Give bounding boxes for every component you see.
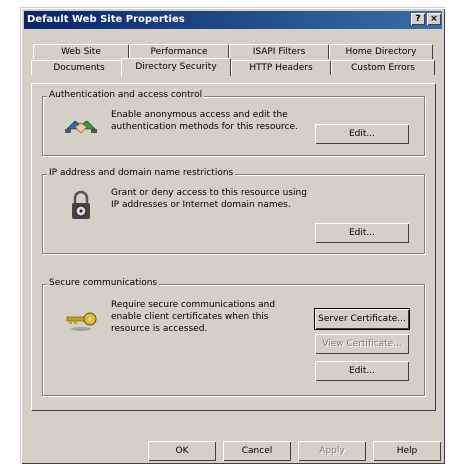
auth-group: Authentication and access control Enable… [42,90,425,156]
close-button[interactable]: × [427,13,441,25]
auth-edit-button[interactable]: Edit... [315,124,409,144]
secure-line1: Require secure communications and [111,300,276,310]
secure-line2: enable client certificates when this [111,312,269,322]
tab-web-site[interactable]: Web Site [33,44,129,59]
ip-line1: Grant or deny access to this resource us… [111,188,307,198]
secure-edit-button[interactable]: Edit... [315,361,409,381]
ip-description: Grant or deny access to this resource us… [111,187,307,211]
ip-group: IP address and domain name restrictions … [42,168,425,254]
apply-button[interactable]: Apply [298,441,366,461]
view-certificate-button[interactable]: View Certificate... [315,334,409,354]
cancel-button[interactable]: Cancel [223,441,291,461]
handshake-icon [65,120,97,134]
tab-documents[interactable]: Documents [31,60,127,75]
padlock-icon [72,190,90,219]
auth-description: Enable anonymous access and edit the aut… [111,109,298,133]
auth-legend: Authentication and access control [47,90,205,100]
key-icon [66,312,97,331]
help-button[interactable]: Help [373,441,441,461]
secure-group: Secure communications Require secure com… [42,278,425,396]
tab-home-directory[interactable]: Home Directory [329,44,433,59]
tab-performance[interactable]: Performance [129,44,229,59]
directory-security-panel: Authentication and access control Enable… [31,83,436,411]
title-bar: Default Web Site Properties ? × [24,11,442,29]
ip-edit-button[interactable]: Edit... [315,223,409,243]
secure-legend: Secure communications [47,278,160,288]
help-title-button[interactable]: ? [411,13,425,25]
auth-line1: Enable anonymous access and edit the [111,110,288,120]
server-certificate-button[interactable]: Server Certificate... [314,308,410,330]
secure-line3: resource is accessed. [111,324,208,334]
tab-isapi-filters[interactable]: ISAPI Filters [229,44,329,59]
tab-directory-security[interactable]: Directory Security [121,58,231,76]
window-title: Default Web Site Properties [27,14,185,25]
ip-line2: IP addresses or Internet domain names. [111,200,291,210]
tab-custom-errors[interactable]: Custom Errors [331,60,435,75]
auth-line2: authentication methods for this resource… [111,122,298,132]
ok-button[interactable]: OK [148,441,216,461]
ip-legend: IP address and domain name restrictions [47,168,236,178]
tab-http-headers[interactable]: HTTP Headers [231,60,331,75]
secure-description: Require secure communications and enable… [111,299,275,335]
properties-dialog: Default Web Site Properties ? × Web Site… [20,7,445,464]
